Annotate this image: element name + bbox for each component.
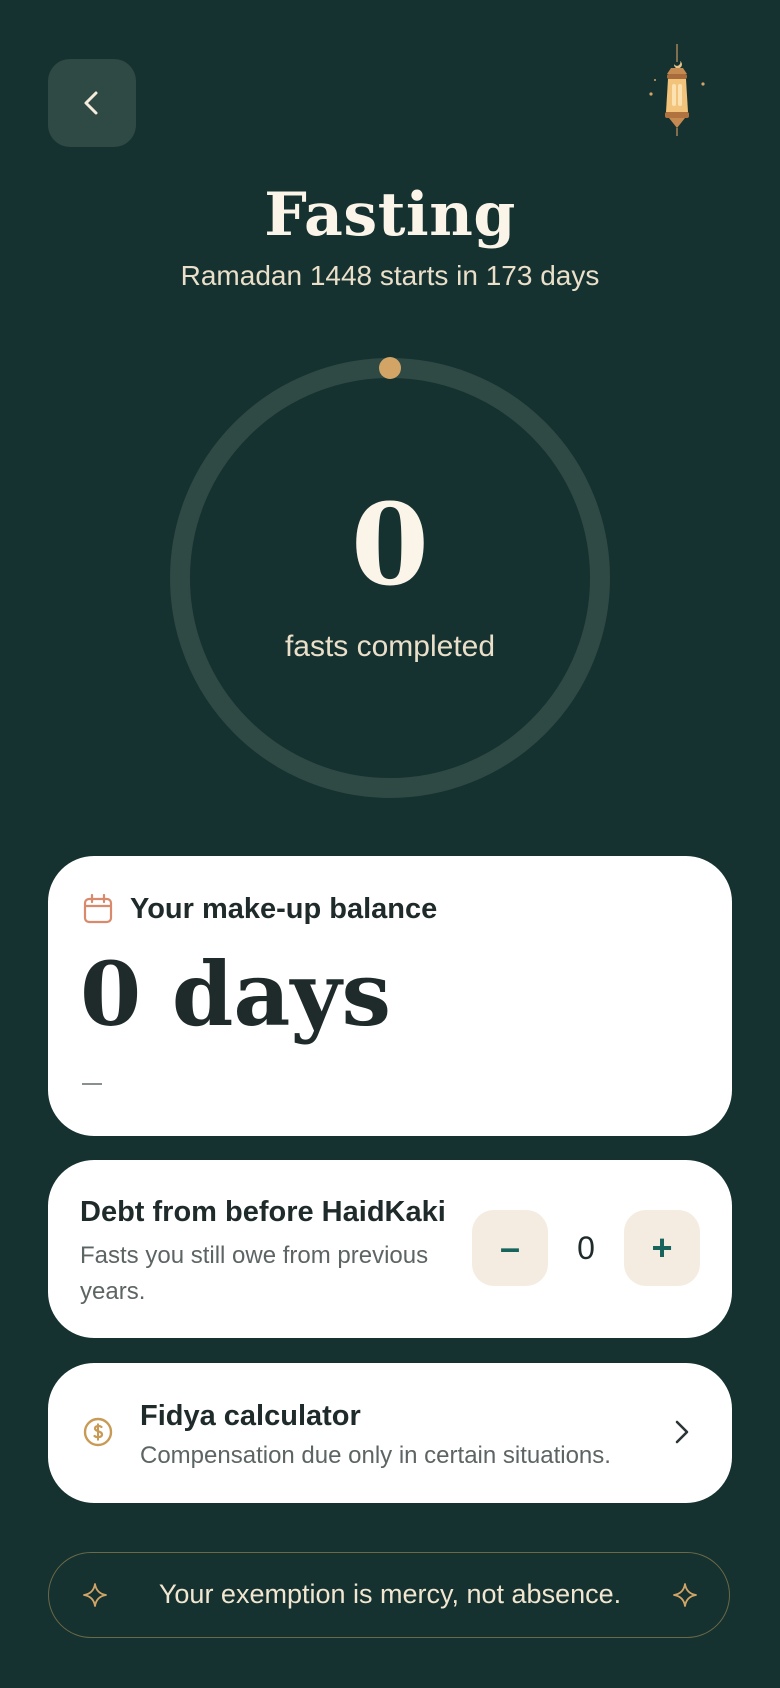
back-button[interactable] xyxy=(48,59,136,147)
decrement-debt-button[interactable]: – xyxy=(472,1210,548,1286)
makeup-balance-value: 0 days xyxy=(80,942,392,1046)
debt-count-value: 0 xyxy=(577,1230,595,1266)
fidya-calculator-description: Compensation due only in certain situati… xyxy=(140,1442,611,1469)
ramadan-countdown: Ramadan 1448 starts in 173 days xyxy=(180,260,600,291)
chevron-right-icon xyxy=(675,1420,689,1444)
lantern-icon xyxy=(649,44,705,136)
fidya-calculator-card[interactable] xyxy=(48,1363,732,1503)
coin-icon xyxy=(83,1417,113,1447)
prior-debt-description: Fasts you still owe from previous years. xyxy=(80,1242,429,1305)
fasts-completed-count: 0 xyxy=(351,480,429,611)
chevron-left-icon xyxy=(84,91,98,115)
prior-debt-title: Debt from before HaidKaki xyxy=(80,1196,446,1228)
sparkle-icon xyxy=(673,1583,697,1607)
increment-debt-button[interactable]: + xyxy=(624,1210,700,1286)
fidya-calculator-title: Fidya calculator xyxy=(140,1400,361,1432)
calendar-icon xyxy=(83,893,113,924)
mercy-message-text: Your exemption is mercy, not absence. xyxy=(158,1579,622,1609)
balance-placeholder-dash xyxy=(82,1083,102,1085)
progress-knob xyxy=(379,357,401,379)
fasts-completed-label: fasts completed xyxy=(284,630,496,663)
page-title: Fasting xyxy=(264,180,516,250)
makeup-balance-label: Your make-up balance xyxy=(130,893,438,925)
